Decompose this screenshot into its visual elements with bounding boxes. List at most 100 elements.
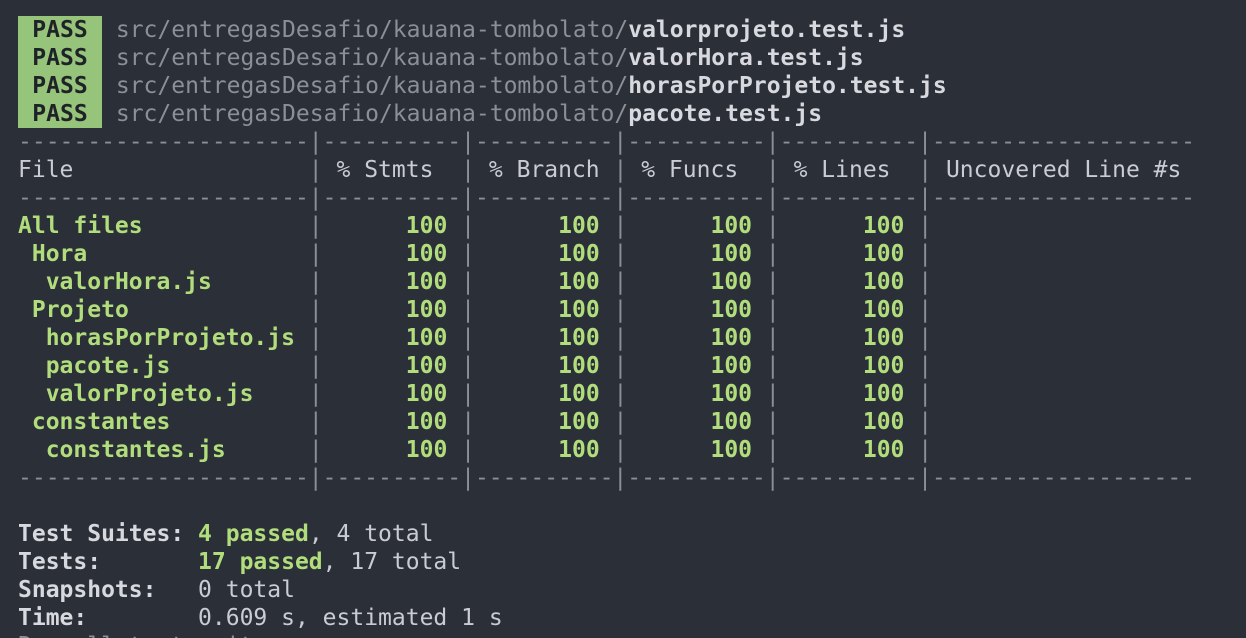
coverage-lines-cell: 100 [862,241,905,267]
terminal-window[interactable]: PASS src/entregasDesafio/kauana-tombolat… [0,0,1246,638]
test-file-dir: src/entregasDesafio/kauana-tombolato/ [115,17,629,43]
cell-pad [600,297,614,323]
footer-text: Ran all test suites. [18,633,295,638]
column-divider: | [765,269,780,295]
column-divider: | [461,213,476,239]
summary-value: , 17 total [322,549,462,575]
header-pad [627,157,641,183]
coverage-lines-cell: 100 [862,437,905,463]
cell-pad [627,213,710,239]
column-divider: | [918,297,933,323]
table-row: Projeto | 100 | 100 | 100 | 100 | [18,296,932,324]
coverage-funcs-cell: 100 [710,325,753,351]
cell-pad [447,437,461,463]
cell-pad [904,297,918,323]
row-indent [18,437,46,463]
column-divider: | [765,353,780,379]
footer-line: Ran all test suites. [18,632,295,638]
coverage-stmts-cell: 100 [405,269,448,295]
cell-pad [475,297,558,323]
cell-pad [129,297,309,323]
column-divider: | [308,353,323,379]
test-file-dir: src/entregasDesafio/kauana-tombolato/ [115,73,629,99]
cell-pad [475,409,558,435]
cell-pad [447,409,461,435]
column-divider: | [461,269,476,295]
cell-pad [323,269,406,295]
cell-pad [904,353,918,379]
cell-pad [780,381,863,407]
file-name-cell: horasPorProjeto.js [45,325,295,351]
file-name-cell: constantes.js [45,437,226,463]
cell-pad [447,297,461,323]
header-pad [780,157,794,183]
cell-pad [475,353,558,379]
column-divider: | [308,409,323,435]
header-pad [1181,157,1195,183]
file-name-cell: constantes [31,409,171,435]
summary-label: Tests: [18,549,102,575]
summary-line: Tests: 17 passed, 17 total [18,548,461,576]
cell-pad [752,297,766,323]
cell-pad [752,353,766,379]
column-divider: | [613,157,628,183]
coverage-funcs-cell: 100 [710,269,753,295]
cell-pad [170,353,308,379]
cell-pad [323,325,406,351]
column-header: % Stmts [336,157,434,183]
test-pass-line: PASS src/entregasDesafio/kauana-tombolat… [18,100,822,128]
header-pad [600,157,614,183]
summary-passed-count: 17 passed [198,549,323,575]
cell-pad [323,381,406,407]
cell-pad [475,381,558,407]
column-divider: | [765,437,780,463]
cell-pad [904,437,918,463]
coverage-branch-cell: 100 [558,409,600,435]
cell-pad [323,297,406,323]
table-row: All files | 100 | 100 | 100 | 100 | [18,212,932,240]
coverage-funcs-cell: 100 [710,409,753,435]
cell-pad [780,409,863,435]
table-row: valorHora.js | 100 | 100 | 100 | 100 | [18,268,932,296]
coverage-stmts-cell: 100 [405,381,448,407]
column-divider: | [918,269,933,295]
column-divider: | [613,241,628,267]
cell-pad [323,213,406,239]
cell-pad [447,381,461,407]
test-file-name: pacote.test.js [628,101,823,127]
column-divider: | [308,241,323,267]
header-pad [738,157,766,183]
cell-pad [904,213,918,239]
column-divider: | [613,297,628,323]
file-name-cell: All files [18,213,143,239]
cell-pad [780,297,863,323]
cell-pad [447,325,461,351]
summary-passed-count: 4 passed [198,521,309,547]
row-indent [18,409,32,435]
column-divider: | [308,213,323,239]
table-header-row: File | % Stmts | % Branch | % Funcs | % … [18,156,1195,184]
column-header: % Branch [488,157,600,183]
test-file-dir: src/entregasDesafio/kauana-tombolato/ [115,45,629,71]
cell-pad [600,269,614,295]
cell-pad [752,325,766,351]
column-divider: | [918,381,933,407]
column-divider: | [308,325,323,351]
summary-pad [184,521,198,547]
header-pad [475,157,489,183]
coverage-lines-cell: 100 [862,325,905,351]
coverage-lines-cell: 100 [862,381,905,407]
summary-label: Snapshots: [18,577,157,603]
header-pad [73,157,308,183]
coverage-branch-cell: 100 [558,213,600,239]
column-divider: | [765,157,780,183]
column-divider: | [461,437,476,463]
column-divider: | [461,381,476,407]
coverage-branch-cell: 100 [558,381,600,407]
file-name-cell: Projeto [31,297,129,323]
test-file-name: valorprojeto.test.js [628,17,906,43]
row-indent [18,297,32,323]
header-pad [323,157,337,183]
separator-text: ---------------------|----------|-------… [18,129,1196,155]
cell-pad [475,269,558,295]
